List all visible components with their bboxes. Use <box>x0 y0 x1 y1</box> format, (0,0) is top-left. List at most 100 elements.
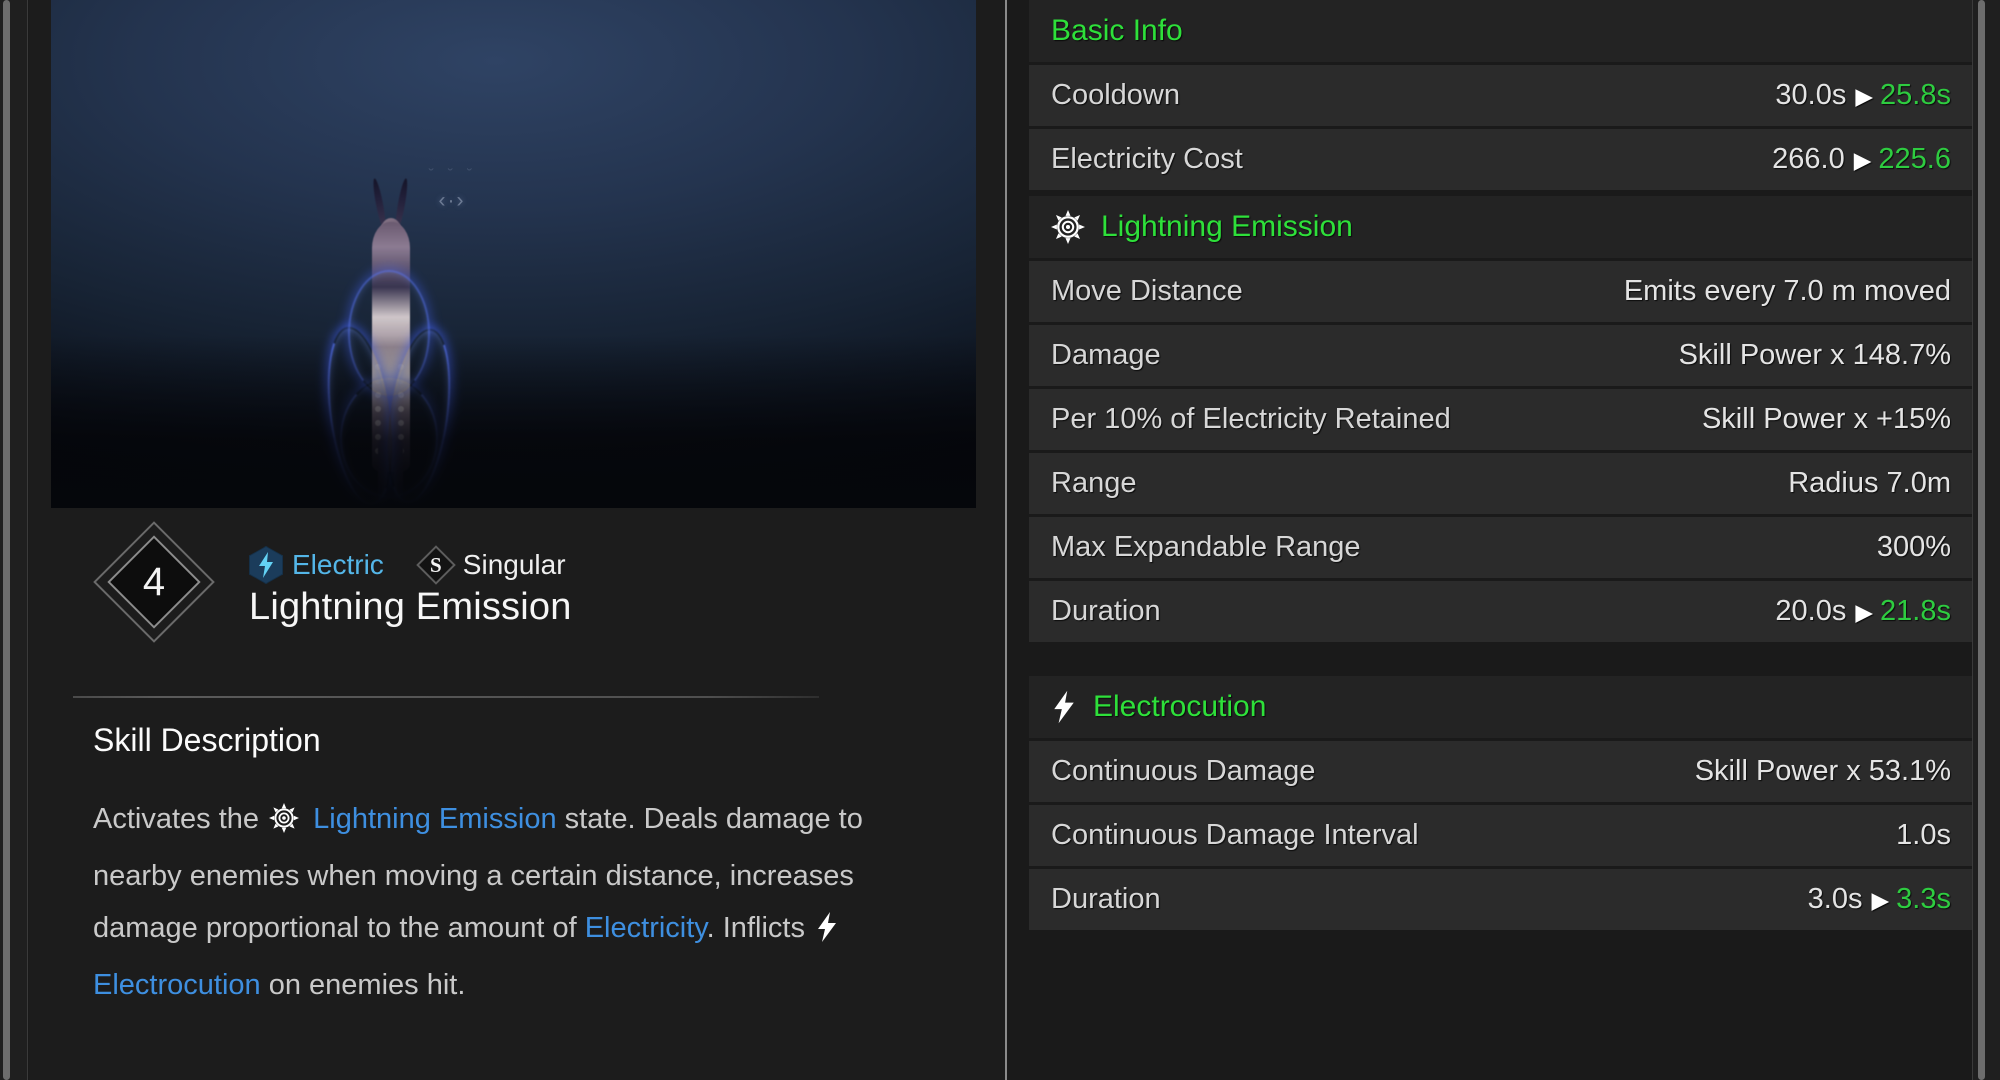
stat-buffed-value: 21.8s <box>1880 595 1951 627</box>
stat-base-value: Skill Power x +15% <box>1701 403 1951 435</box>
stat-value: Emits every 7.0 m moved <box>1624 275 1951 308</box>
stat-row: Cooldown 30.0s ▶ 25.8s <box>1029 65 1977 126</box>
stats-section-header: Electrocution <box>1029 676 1977 738</box>
skill-name: Lightning Emission <box>249 586 572 628</box>
skill-tag-label: Electric <box>292 549 384 580</box>
stat-row: Max Expandable Range 300% <box>1029 517 1977 578</box>
stat-base-value: 300% <box>1876 531 1951 563</box>
stat-base-value: 3.0s <box>1807 883 1863 915</box>
electric-arc-icon <box>317 322 403 508</box>
stat-value: 1.0s <box>1896 819 1951 852</box>
skill-detail-screen: ˘ ˘ ˘ ‹·› 4 Electric S Singular Lightnin… <box>0 0 2000 1080</box>
right-scrollbar-thumb[interactable] <box>1978 0 1985 1080</box>
stats-section-spacer <box>1029 645 1977 673</box>
stat-label: Duration <box>1051 883 1161 915</box>
stat-label: Per 10% of Electricity Retained <box>1051 403 1451 435</box>
stats-section-title: Basic Info <box>1051 14 1183 47</box>
stat-value: 3.0s ▶ 3.3s <box>1808 883 1951 916</box>
description-keyword-electrocution[interactable]: Electrocution <box>93 969 261 1001</box>
left-scrollbar-track[interactable] <box>0 0 28 1080</box>
stat-value: Skill Power x 148.7% <box>1679 339 1951 372</box>
stat-row: Continuous Damage Interval 1.0s <box>1029 805 1977 866</box>
stat-improvement-arrow-icon: ▶ <box>1855 599 1874 625</box>
stat-base-value: 30.0s <box>1775 79 1847 111</box>
stat-value: 300% <box>1877 531 1951 564</box>
lightning-hex-icon <box>249 546 283 584</box>
stat-base-value: Skill Power x 53.1% <box>1694 755 1951 787</box>
stats-section-header: Lightning Emission <box>1029 196 1977 258</box>
skill-tag-row: Electric S Singular <box>249 545 566 585</box>
skill-stats-panel: Basic Info Cooldown 30.0s ▶ 25.8s Electricity… <box>1007 0 2000 1080</box>
skill-tag-electric: Electric <box>249 546 384 584</box>
stat-label: Damage <box>1051 339 1161 371</box>
stat-label: Move Distance <box>1051 275 1243 307</box>
rotate-model-hint-icon: ‹·› <box>438 189 466 212</box>
stat-improvement-arrow-icon: ▶ <box>1855 83 1874 109</box>
electric-arc-icon <box>340 378 438 498</box>
stat-value: Skill Power x 53.1% <box>1695 755 1951 788</box>
stat-row: Range Radius 7.0m <box>1029 453 1977 514</box>
stat-value: 20.0s ▶ 21.8s <box>1775 595 1951 628</box>
stat-improvement-arrow-icon: ▶ <box>1871 887 1890 913</box>
character-legs <box>376 440 406 508</box>
section-divider <box>73 696 819 698</box>
stat-value: Radius 7.0m <box>1788 467 1951 500</box>
description-keyword-lightning-emission[interactable]: Lightning Emission <box>313 803 556 835</box>
character-preview-viewport[interactable]: ˘ ˘ ˘ ‹·› <box>51 0 976 508</box>
skill-left-panel: ˘ ˘ ˘ ‹·› 4 Electric S Singular Lightnin… <box>29 0 1005 1080</box>
lightning-bolt-icon <box>815 907 839 959</box>
stat-buffed-value: 225.6 <box>1878 143 1951 175</box>
stat-row: Per 10% of Electricity Retained Skill Pow… <box>1029 389 1977 450</box>
stat-label: Cooldown <box>1051 79 1180 111</box>
stat-label: Duration <box>1051 595 1161 627</box>
skill-rank-badge: 4 <box>93 521 215 643</box>
stat-base-value: 266.0 <box>1772 143 1845 175</box>
character-torso <box>372 222 410 472</box>
description-part-3: . Inflicts <box>706 912 805 944</box>
character-bead-strand-left <box>375 364 381 484</box>
stats-section-title: Electrocution <box>1093 690 1267 723</box>
skill-tag-label: Singular <box>462 549 566 580</box>
stat-base-value: Emits every 7.0 m moved <box>1623 275 1951 307</box>
stat-row: Duration 3.0s ▶ 3.3s <box>1029 869 1977 930</box>
stat-improvement-arrow-icon: ▶ <box>1853 147 1872 173</box>
skill-description-block: Skill Description Activates the Lightnin… <box>93 722 883 1011</box>
stat-value: 30.0s ▶ 25.8s <box>1775 79 1951 112</box>
skill-tag-singular: S Singular <box>415 545 566 585</box>
stat-label: Continuous Damage Interval <box>1051 819 1419 851</box>
stat-buffed-value: 3.3s <box>1896 883 1951 915</box>
stat-row: Continuous Damage Skill Power x 53.1% <box>1029 741 1977 802</box>
stat-row: Electricity Cost 266.0 ▶ 225.6 <box>1029 129 1977 190</box>
skill-rank-number: 4 <box>142 560 166 604</box>
lightning-bolt-icon <box>1051 690 1077 724</box>
skill-description-text: Activates the Lightning Emission state. … <box>93 793 883 1011</box>
skill-description-heading: Skill Description <box>93 722 321 758</box>
stats-section-header: Basic Info <box>1029 0 1977 62</box>
stat-buffed-value: 25.8s <box>1880 79 1951 111</box>
stat-label: Continuous Damage <box>1051 755 1316 787</box>
stat-base-value: Radius 7.0m <box>1788 467 1951 499</box>
character-model <box>317 177 460 508</box>
description-part-1: Activates the <box>93 803 260 835</box>
stat-base-value: 1.0s <box>1896 819 1951 851</box>
right-scrollbar-track[interactable] <box>1972 0 2000 1080</box>
stat-label: Range <box>1051 467 1137 499</box>
character-bead-strand-right <box>398 364 404 484</box>
electric-arc-icon <box>378 324 460 508</box>
stat-value: 266.0 ▶ 225.6 <box>1772 143 1951 176</box>
skill-title-block: 4 Electric S Singular Lightning Emission <box>51 521 976 674</box>
description-part-4: on enemies hit. <box>268 969 466 1001</box>
stat-value: Skill Power x +15% <box>1702 403 1951 436</box>
stat-row: Move Distance Emits every 7.0 m moved <box>1029 261 1977 322</box>
left-scrollbar-thumb[interactable] <box>3 0 10 1080</box>
lightning-emission-sunburst-icon <box>269 798 300 850</box>
stat-row: Damage Skill Power x 148.7% <box>1029 325 1977 386</box>
lightning-emission-sunburst-icon <box>1051 210 1085 244</box>
description-keyword-electricity[interactable]: Electricity <box>585 912 707 944</box>
stats-section-title: Lightning Emission <box>1101 210 1353 243</box>
stat-row: Duration 20.0s ▶ 21.8s <box>1029 581 1977 642</box>
stat-label: Electricity Cost <box>1051 143 1243 175</box>
skill-stats-list: Basic Info Cooldown 30.0s ▶ 25.8s Electricity… <box>1029 0 1977 933</box>
stat-label: Max Expandable Range <box>1051 531 1361 563</box>
singular-diamond-icon: S <box>415 545 456 585</box>
